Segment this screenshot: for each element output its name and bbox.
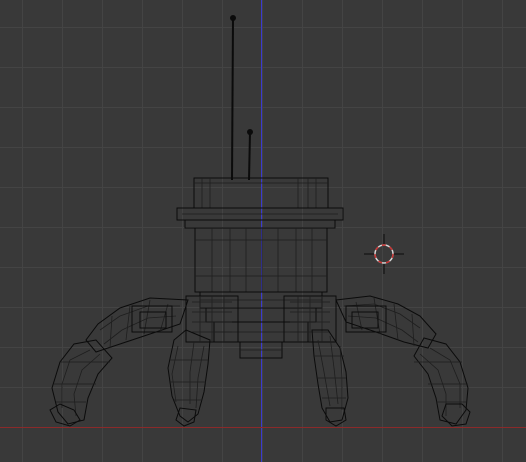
crosshair-icon xyxy=(364,234,404,274)
3d-viewport[interactable] xyxy=(0,0,526,462)
3d-cursor[interactable] xyxy=(0,0,526,462)
